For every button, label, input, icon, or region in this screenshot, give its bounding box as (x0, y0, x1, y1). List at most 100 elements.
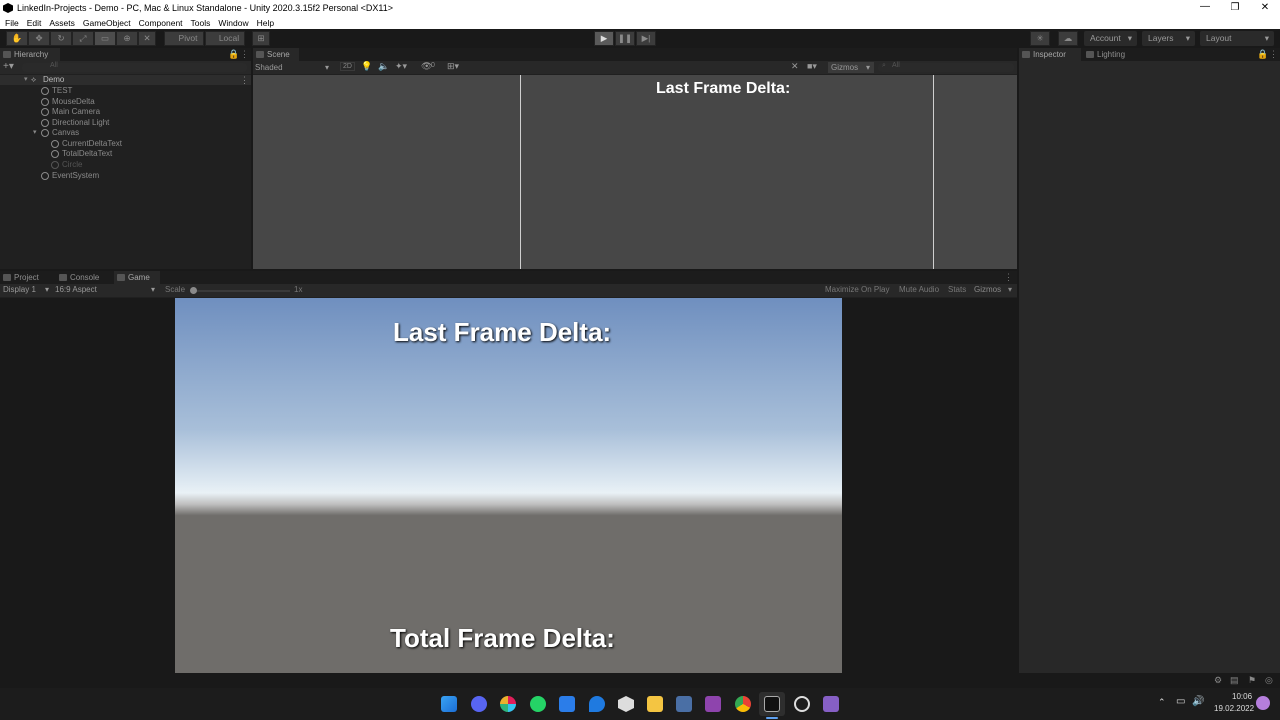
tools-icon[interactable]: ✕ (791, 61, 799, 72)
scale-tool-icon[interactable]: ⤢ (72, 31, 94, 46)
tab-lighting[interactable]: Lighting (1083, 48, 1143, 61)
store-icon[interactable] (559, 696, 575, 712)
display-dropdown[interactable]: Display 1 ▾ (3, 285, 53, 294)
aspect-dropdown[interactable]: 16:9 Aspect ▾ (55, 285, 159, 294)
tab-project[interactable]: Project (0, 271, 52, 284)
maps-icon[interactable] (589, 696, 605, 712)
tab-hierarchy[interactable]: Hierarchy (0, 48, 60, 61)
scene-more-icon[interactable]: ⋮ (240, 75, 249, 86)
unity-hub-icon[interactable] (618, 696, 634, 712)
menu-file[interactable]: File (5, 18, 19, 28)
debug-icon[interactable]: ⚑ (1248, 675, 1256, 686)
close-button[interactable]: ✕ (1250, 0, 1280, 16)
pause-button[interactable]: ❚❚ (615, 31, 635, 46)
more-icon[interactable]: ⋮ (1269, 49, 1278, 60)
cloud-icon[interactable]: ☁ (1058, 31, 1078, 46)
hierarchy-item[interactable]: TotalDeltaText (51, 149, 112, 159)
step-button[interactable]: ▶| (636, 31, 656, 46)
hand-tool-icon[interactable]: ✋ (6, 31, 28, 46)
discord-icon[interactable] (471, 696, 487, 712)
scale-slider-handle[interactable] (190, 287, 197, 294)
play-button[interactable]: ▶ (594, 31, 614, 46)
hierarchy-item[interactable]: TEST (41, 86, 72, 96)
screen-recorder-icon[interactable] (705, 696, 721, 712)
lighting-toggle-icon[interactable]: 💡 (361, 61, 372, 72)
menu-help[interactable]: Help (257, 18, 274, 28)
menu-gameobject[interactable]: GameObject (83, 18, 131, 28)
menu-component[interactable]: Component (139, 18, 183, 28)
start-icon[interactable] (441, 696, 457, 712)
transform-tool-icon[interactable]: ⊕ (116, 31, 138, 46)
hierarchy-search-input[interactable]: All (22, 62, 247, 72)
rect-tool-icon[interactable]: ▭ (94, 31, 116, 46)
hierarchy-item[interactable]: EventSystem (41, 171, 99, 181)
visual-studio-icon[interactable] (823, 696, 839, 712)
hierarchy-item[interactable]: Directional Light (41, 118, 109, 128)
hierarchy-item[interactable]: Main Camera (41, 107, 100, 117)
pivot-toggle[interactable]: Pivot (164, 31, 204, 46)
grid-toggle-icon[interactable]: ⊞▾ (447, 61, 459, 72)
move-tool-icon[interactable]: ✥ (28, 31, 50, 46)
lock-icon[interactable]: 🔒 (1257, 49, 1268, 60)
hierarchy-item-inactive[interactable]: Circle (51, 160, 82, 170)
more-icon[interactable]: ⋮ (240, 49, 249, 60)
more-icon[interactable]: ⋮ (1004, 272, 1013, 283)
whatsapp-icon[interactable] (530, 696, 546, 712)
chrome-icon[interactable] (735, 696, 751, 712)
slack-icon[interactable] (500, 696, 516, 712)
volume-icon[interactable]: 🔊 (1192, 696, 1204, 707)
menu-window[interactable]: Window (218, 18, 248, 28)
mute-audio-toggle[interactable]: Mute Audio (899, 285, 939, 294)
progress-icon[interactable]: ⚙ (1214, 675, 1222, 686)
scene-viewport[interactable]: Last Frame Delta: (253, 75, 1017, 269)
effects-toggle-icon[interactable]: ✦▾ (395, 61, 407, 72)
menu-edit[interactable]: Edit (27, 18, 42, 28)
clock-time[interactable]: 10:06 (1232, 692, 1252, 701)
gizmos-dropdown[interactable]: Gizmos ▾ (828, 62, 874, 73)
maximize-button[interactable]: ❐ (1220, 0, 1250, 16)
local-toggle[interactable]: Local (205, 31, 245, 46)
audio-toggle-icon[interactable]: 🔈 (378, 61, 389, 72)
hierarchy-item[interactable]: CurrentDeltaText (51, 139, 122, 149)
tab-console[interactable]: Console (56, 271, 110, 284)
scene-row[interactable]: ▾ ⟡ Demo ⋮ (0, 75, 251, 85)
snap-icon[interactable]: ⊞ (252, 31, 270, 46)
github-icon[interactable] (794, 696, 810, 712)
tab-inspector[interactable]: Inspector (1019, 48, 1081, 61)
hierarchy-item[interactable]: ▾ Canvas (33, 128, 79, 138)
stats-toggle[interactable]: Stats (948, 285, 966, 294)
lock-icon[interactable]: 🔒 (228, 49, 239, 60)
add-button[interactable]: +▾ (3, 61, 14, 72)
auto-gen-icon[interactable]: ◎ (1265, 675, 1273, 686)
layers-dropdown[interactable]: Layers (1142, 31, 1195, 46)
rotate-tool-icon[interactable]: ↻ (50, 31, 72, 46)
menu-assets[interactable]: Assets (49, 18, 75, 28)
unity-editor-icon[interactable] (764, 696, 780, 712)
shading-dropdown[interactable]: Shaded ▾ (255, 62, 333, 73)
chevron-up-icon[interactable]: ⌃ (1158, 697, 1166, 708)
expand-arrow-icon[interactable]: ▾ (33, 128, 37, 138)
file-explorer-icon[interactable] (647, 696, 663, 712)
expand-arrow-icon[interactable]: ▾ (24, 75, 28, 83)
collab-icon[interactable]: ✳ (1030, 31, 1050, 46)
account-dropdown[interactable]: Account (1084, 31, 1137, 46)
scale-slider[interactable] (190, 287, 290, 294)
tab-game[interactable]: Game (114, 271, 160, 284)
cache-icon[interactable]: ▤ (1230, 675, 1239, 686)
game-view[interactable]: Last Frame Delta: Total Frame Delta: (175, 298, 842, 673)
2d-toggle[interactable]: 2D (340, 62, 355, 71)
hierarchy-item[interactable]: MouseDelta (41, 97, 95, 107)
menu-tools[interactable]: Tools (191, 18, 211, 28)
camera-icon[interactable]: ■▾ (807, 61, 817, 72)
maximize-on-play-toggle[interactable]: Maximize On Play (825, 285, 889, 294)
network-icon[interactable]: ▭ (1176, 696, 1185, 707)
custom-tool-icon[interactable]: ✕ (138, 31, 156, 46)
clock-date[interactable]: 19.02.2022 (1214, 704, 1254, 713)
layout-dropdown[interactable]: Layout (1200, 31, 1274, 46)
scene-search-input[interactable]: ⌕ All (878, 62, 1014, 72)
tab-scene[interactable]: Scene (253, 48, 299, 61)
notification-avatar[interactable] (1256, 696, 1270, 710)
minimize-button[interactable]: — (1190, 0, 1220, 16)
game-gizmos-dropdown[interactable]: Gizmos ▾ (974, 285, 1016, 294)
notepad-icon[interactable] (676, 696, 692, 712)
